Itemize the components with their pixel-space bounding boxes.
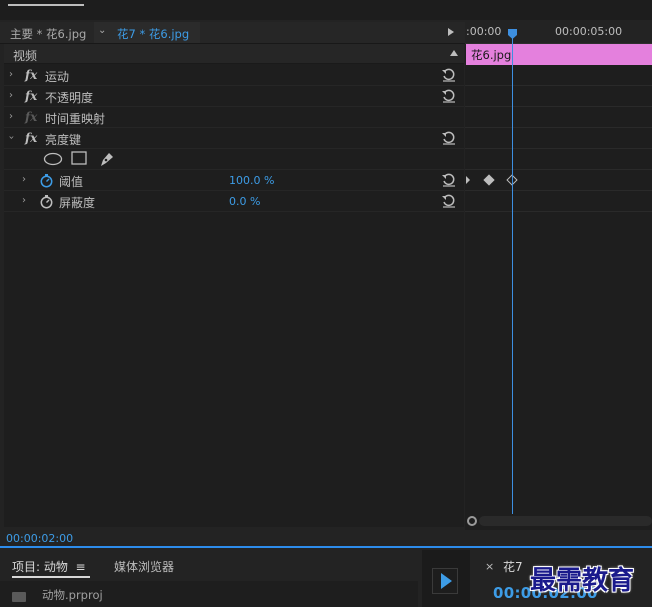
show-timeline-toggle-icon[interactable] [448,28,454,36]
tools-panel [422,550,470,607]
effect-label: 亮度键 [45,133,82,147]
keyframe-nav-icon[interactable] [466,176,470,184]
effect-row-motion[interactable]: › fx 运动 [4,65,464,86]
zoom-handle[interactable] [467,516,477,526]
reset-icon[interactable] [441,172,457,188]
menu-icon[interactable]: ≡ [76,560,86,574]
effect-controls-timecode[interactable]: 00:00:02:00 [6,532,73,545]
project-tab-label: 项目: 动物 [12,560,68,574]
fx-icon[interactable]: fx [25,131,37,145]
timeline-row [465,149,652,170]
top-panel-strip [0,0,652,20]
stopwatch-icon[interactable] [39,194,54,209]
property-value[interactable]: 0.0 % [229,195,260,208]
ruler-mid-time: 00:00:05:00 [555,25,623,38]
stopwatch-icon[interactable] [39,173,54,188]
fx-icon[interactable]: fx [25,89,37,103]
ellipse-mask-icon[interactable] [43,152,63,166]
sequence-tab[interactable]: 花7 [503,558,523,575]
effect-row-opacity[interactable]: › fx 不透明度 [4,86,464,107]
folder-icon [12,592,26,602]
property-row-cutoff[interactable]: › 屏蔽度 0.0 % [4,191,464,212]
timeline-row [465,86,652,107]
scroll-up-icon[interactable] [450,50,458,56]
reset-icon[interactable] [441,88,457,104]
project-tab[interactable]: 项目: 动物 ≡ [12,558,86,575]
chevron-right-icon[interactable]: › [22,174,26,185]
effect-row-luma-key[interactable]: › fx 亮度键 [4,128,464,149]
selection-tool-button[interactable] [432,568,458,594]
video-section-label: 视频 [13,49,38,63]
chevron-right-icon[interactable]: › [9,69,13,80]
rectangle-mask-icon[interactable] [71,151,87,166]
effect-row-time-remap[interactable]: › fx 时间重映射 [4,107,464,128]
video-section-header: 视频 [4,44,464,64]
effect-properties-panel: 视频 › fx 运动 › fx 不透明度 › fx 时间重映射 › fx 亮度键… [4,44,464,527]
effect-label: 时间重映射 [45,112,106,126]
keyframe[interactable] [483,174,495,186]
fx-icon: fx [25,110,38,124]
ruler-start-time: :00:00 [466,25,502,38]
timeline-row [465,191,652,212]
active-tab-underline [12,576,90,578]
media-browser-tab[interactable]: 媒体浏览器 [114,558,174,575]
timeline-row-threshold [465,170,652,191]
property-value[interactable]: 100.0 % [229,174,274,187]
timeline-row [465,107,652,128]
effect-label: 不透明度 [45,91,94,105]
reset-icon[interactable] [441,193,457,209]
project-file-name: 动物.prproj [42,588,103,602]
clip-bar[interactable]: 花6.jpg [466,44,652,65]
watermark-logo: 最需教育 [530,566,635,596]
effect-label: 运动 [45,70,70,84]
reset-icon[interactable] [441,130,457,146]
reset-icon[interactable] [441,67,457,83]
mask-tools-row [4,149,464,170]
chevron-right-icon[interactable]: › [9,111,13,122]
fx-icon[interactable]: fx [25,68,37,82]
chevron-right-icon[interactable]: › [22,195,26,206]
project-panel: 项目: 动物 ≡ 媒体浏览器 动物.prproj [0,550,418,607]
arrow-cursor-icon [441,573,452,589]
property-row-threshold[interactable]: › 阈值 100.0 % [4,170,464,191]
project-file-bar: 动物.prproj [0,581,418,607]
timeline-row [465,65,652,86]
timeline-row [465,128,652,149]
property-label: 屏蔽度 [59,196,96,210]
horizontal-scrollbar[interactable] [479,516,652,526]
property-label: 阈值 [59,175,84,189]
panel-focus-line [0,546,652,548]
active-tab-underline [8,4,84,6]
time-ruler[interactable]: :00:00 00:00:05:00 [465,22,652,44]
sequence-clip-label: 花7 * 花6.jpg [117,27,190,41]
chevron-right-icon[interactable]: › [9,90,13,101]
pen-mask-icon[interactable] [98,150,116,168]
clip-label: 花6.jpg [471,48,512,62]
effect-controls-timeline[interactable]: :00:00 00:00:05:00 花6.jpg [465,22,652,530]
effect-controls-header: 主要 * 花6.jpg ⌄ 花7 * 花6.jpg [0,22,465,44]
source-clip-tab[interactable]: 主要 * 花6.jpg [10,26,86,42]
playhead-line[interactable] [512,36,513,514]
chevron-down-icon[interactable]: › [6,136,17,140]
close-icon[interactable]: × [485,560,494,573]
chevron-down-icon: ⌄ [98,25,107,36]
sequence-clip-dropdown[interactable]: ⌄ 花7 * 花6.jpg [94,22,200,43]
